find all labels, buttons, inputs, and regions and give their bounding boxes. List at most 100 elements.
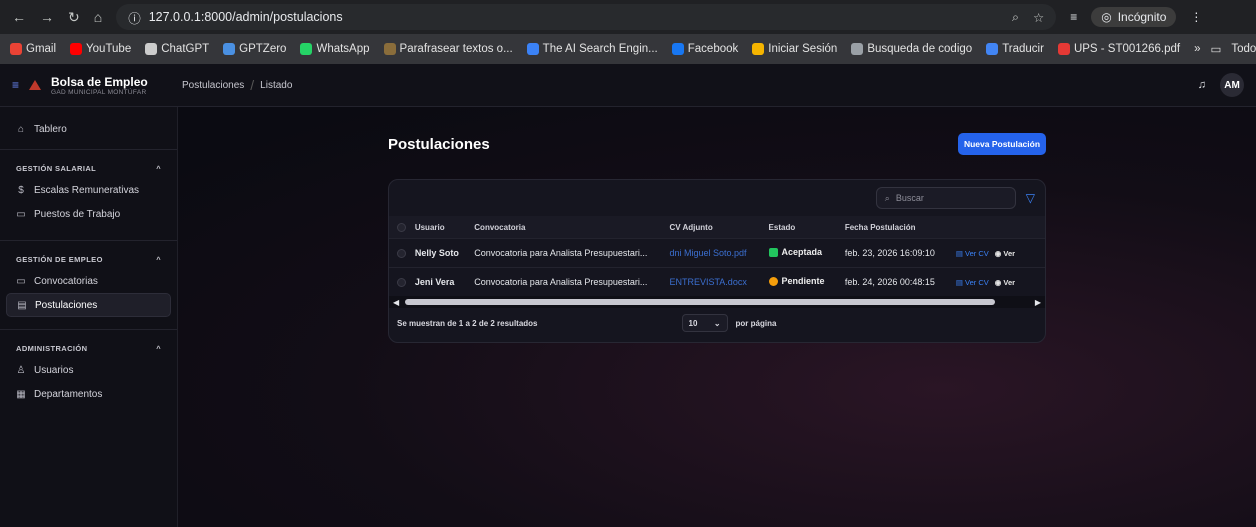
bookmark-icon — [145, 43, 158, 55]
pending-icon — [768, 276, 778, 286]
table-header: Usuario Convocatoria CV Adjunto Estado F… — [389, 216, 1045, 238]
chevron-up-icon: ^ — [156, 163, 161, 173]
cell-fecha: feb. 23, 2026 16:09:10 — [844, 248, 935, 258]
search-icon: ⌕ — [884, 192, 890, 203]
browser-nav: ← → ↻ ⌂ — [0, 9, 102, 26]
chevron-up-icon: ^ — [156, 343, 161, 353]
sidebar-toggle-icon[interactable]: ≡ — [12, 78, 19, 92]
chevron-up-icon: ^ — [156, 254, 161, 264]
bookmark-icon — [851, 43, 864, 55]
sidebar-item-departamentos[interactable]: ▦ Departamentos — [6, 382, 171, 406]
row-checkbox[interactable] — [397, 248, 406, 258]
view-cv-button[interactable]: ▤ Ver CV — [956, 249, 989, 258]
briefcase-icon: ▭ — [16, 275, 26, 287]
per-page-label: por página — [735, 318, 777, 328]
sidebar-item-tablero[interactable]: ⌂ Tablero — [6, 117, 171, 141]
col-fecha[interactable]: Fecha Postulación — [845, 223, 956, 232]
forward-icon[interactable]: → — [40, 9, 54, 25]
reading-list-icon[interactable]: ≡ — [1070, 10, 1077, 24]
sidebar-item-escalas[interactable]: $ Escalas Remunerativas — [6, 178, 171, 202]
bookmark-item[interactable]: Iniciar Sesión — [752, 43, 837, 55]
breadcrumb: Postulaciones / Listado — [178, 77, 292, 93]
bookmark-icon — [383, 43, 396, 55]
breadcrumb-listado: Listado — [260, 79, 293, 91]
view-button[interactable]: ◉ Ver — [995, 249, 1015, 258]
zoom-icon[interactable]: ⌕ — [1012, 10, 1019, 25]
sidebar-item-usuarios[interactable]: ♙ Usuarios — [6, 358, 171, 382]
sidebar: ⌂ Tablero GESTIÓN SALARIAL ^ $ Escalas R… — [0, 107, 178, 527]
bookmark-item[interactable]: YouTube — [70, 43, 131, 55]
users-icon: ♙ — [16, 364, 26, 376]
bookmark-icon — [986, 43, 999, 55]
menu-icon[interactable]: ⋮ — [1190, 10, 1202, 24]
view-cv-button[interactable]: ▤ Ver CV — [956, 278, 989, 287]
building-icon: ▦ — [16, 388, 26, 400]
table-row[interactable]: Nelly Soto Convocatoria para Analista Pr… — [389, 238, 1045, 267]
bookmark-item[interactable]: Facebook — [671, 43, 738, 55]
breadcrumb-postulaciones[interactable]: Postulaciones — [182, 80, 244, 91]
bookmark-icon — [671, 43, 684, 55]
group-administracion[interactable]: ADMINISTRACIÓN ^ — [0, 338, 177, 358]
bookmark-icon — [526, 43, 539, 55]
brand[interactable]: ≡ Bolsa de Empleo GAD MUNICIPAL MONTÚFAR — [0, 75, 178, 96]
per-page-select[interactable]: 10 ⌄ — [681, 314, 728, 332]
search-input[interactable]: ⌕ Buscar — [875, 187, 1016, 209]
col-convocatoria[interactable]: Convocatoria — [474, 223, 669, 232]
app-topbar: ≡ Bolsa de Empleo GAD MUNICIPAL MONTÚFAR… — [0, 64, 1256, 107]
bookmark-item[interactable]: Gmail — [10, 43, 56, 55]
bookmark-icon — [223, 43, 236, 55]
back-icon[interactable]: ← — [12, 9, 26, 25]
bookmark-item[interactable]: WhatsApp — [300, 43, 370, 55]
table-footer: Se muestran de 1 a 2 de 2 resultados 10 … — [389, 308, 1045, 338]
cv-link[interactable]: ENTREVISTA.docx — [669, 277, 768, 287]
bookmark-icon — [1057, 43, 1070, 55]
status-badge: Pendiente — [768, 276, 825, 286]
col-usuario[interactable]: Usuario — [415, 223, 474, 232]
table-toolbar: ⌕ Buscar ▽ — [389, 180, 1045, 216]
scroll-right-icon[interactable]: ▶ — [1035, 298, 1041, 307]
bookmark-item[interactable]: GPTZero — [223, 43, 286, 55]
scroll-left-icon[interactable]: ◀ — [393, 298, 399, 307]
avatar[interactable]: AM — [1220, 73, 1244, 97]
bookmark-item[interactable]: Busqueda de codigo — [851, 43, 972, 55]
table-row[interactable]: Jeni Vera Convocatoria para Analista Pre… — [389, 267, 1045, 296]
breadcrumb-separator: / — [250, 77, 255, 93]
bookmark-item[interactable]: Traducir — [986, 43, 1044, 55]
new-postulacion-button[interactable]: Nueva Postulación — [958, 133, 1046, 155]
bookmark-item[interactable]: Parafrasear textos o... — [383, 43, 513, 55]
sidebar-item-convocatorias[interactable]: ▭ Convocatorias — [6, 269, 171, 293]
home-icon[interactable]: ⌂ — [94, 9, 102, 25]
briefcase-icon: ▭ — [16, 208, 26, 220]
star-icon[interactable]: ☆ — [1033, 10, 1044, 25]
scroll-thumb[interactable] — [405, 299, 996, 305]
site-info-icon[interactable]: ⓘ — [128, 8, 141, 27]
group-gestion-empleo[interactable]: GESTIÓN DE EMPLEO ^ — [0, 249, 177, 269]
reload-icon[interactable]: ↻ — [68, 9, 80, 26]
col-estado[interactable]: Estado — [769, 223, 845, 232]
cv-link[interactable]: dni Miguel Soto.pdf — [669, 248, 768, 258]
sidebar-item-postulaciones[interactable]: ▤ Postulaciones — [6, 293, 171, 317]
brand-subtitle: GAD MUNICIPAL MONTÚFAR — [51, 88, 147, 96]
cell-convocatoria: Convocatoria para Analista Presupuestari… — [474, 277, 648, 287]
filter-icon[interactable]: ▽ — [1026, 191, 1035, 205]
cell-usuario: Nelly Soto — [414, 248, 459, 258]
home-icon: ⌂ — [17, 123, 25, 135]
address-bar[interactable]: ⓘ 127.0.0.1:8000/admin/postulacions ⌕ ☆ — [116, 4, 1057, 30]
group-gestion-salarial[interactable]: GESTIÓN SALARIAL ^ — [0, 158, 177, 178]
sidebar-item-puestos[interactable]: ▭ Puestos de Trabajo — [6, 202, 171, 226]
bookmark-icon — [10, 43, 22, 55]
check-icon — [768, 247, 778, 257]
select-all-checkbox[interactable] — [397, 222, 406, 232]
row-checkbox[interactable] — [397, 277, 406, 287]
view-button[interactable]: ◉ Ver — [995, 278, 1015, 287]
incognito-badge[interactable]: ◎ Incógnito — [1091, 7, 1177, 27]
folder-icon: ▭ — [1210, 44, 1222, 56]
bookmark-item[interactable]: ChatGPT — [145, 43, 209, 55]
bookmark-item[interactable]: The AI Search Engin... — [526, 43, 658, 55]
all-bookmarks[interactable]: Todos los marcadores — [1231, 43, 1256, 55]
bell-icon[interactable]: ♫ — [1198, 79, 1206, 91]
col-cv[interactable]: CV Adjunto — [669, 223, 768, 232]
bookmark-item[interactable]: UPS - ST001266.pdf — [1057, 43, 1180, 55]
more-bookmarks-icon[interactable]: » — [1194, 43, 1200, 55]
horizontal-scrollbar[interactable]: ◀ ▶ — [389, 296, 1045, 308]
